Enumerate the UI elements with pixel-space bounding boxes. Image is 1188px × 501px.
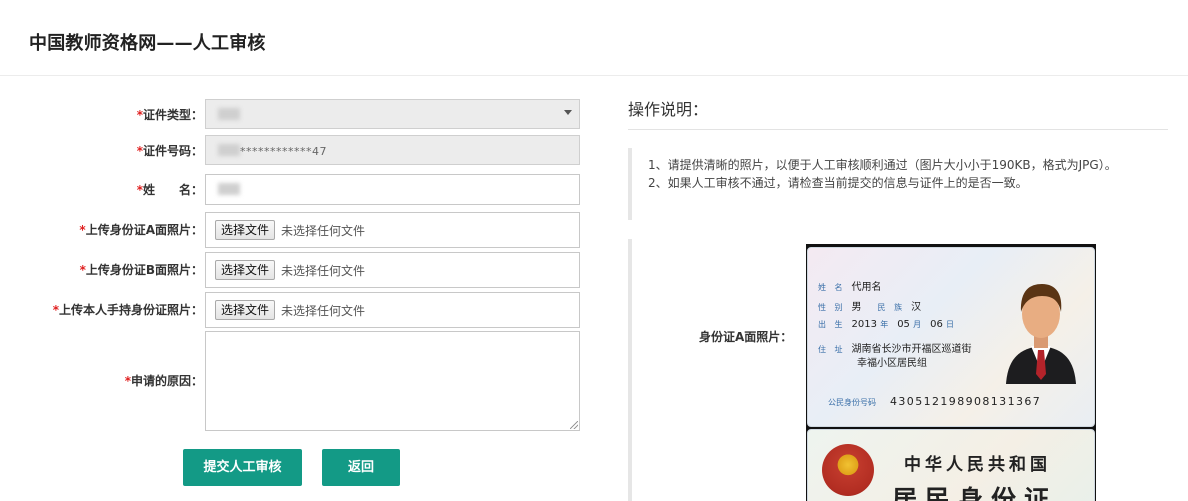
- sample-section: 身份证A面照片： 姓 名代用名 性 别男民 族汉 出 生 2013 年 05 月 06…: [628, 239, 1168, 501]
- row-cert-number: *证件号码： ************47: [0, 134, 600, 166]
- card-gender-row: 性 别男民 族汉: [818, 302, 922, 313]
- upload-a-choose-button[interactable]: 选择文件: [215, 220, 276, 240]
- page-title: 中国教师资格网——人工审核: [29, 33, 266, 54]
- reason-label: *申请的原因：: [124, 374, 203, 388]
- page-header: 中国教师资格网——人工审核: [0, 0, 1188, 76]
- sample-label: 身份证A面照片：: [699, 330, 793, 344]
- upload-hand-status: 未选择任何文件: [281, 304, 366, 318]
- cert-type-value: [218, 108, 240, 120]
- chevron-down-icon: [564, 110, 572, 115]
- name-field[interactable]: [205, 174, 580, 205]
- upload-b-label: *上传身份证B面照片：: [79, 263, 203, 277]
- card-back-subtitle: 居民身份证: [892, 485, 1058, 501]
- resize-grip-icon[interactable]: [570, 421, 578, 429]
- instructions-title: 操作说明：: [628, 96, 1168, 130]
- name-value: [218, 183, 240, 195]
- national-emblem-icon: [822, 444, 874, 496]
- row-cert-type: *证件类型：: [0, 98, 600, 130]
- person-avatar-icon: [1006, 284, 1076, 384]
- upload-hand-choose-button[interactable]: 选择文件: [215, 300, 276, 320]
- upload-b-input[interactable]: 选择文件 未选择任何文件: [205, 252, 580, 288]
- card-address-line2: 幸福小区居民组: [857, 358, 927, 369]
- name-label: *姓 名：: [136, 183, 203, 197]
- sample-id-card-front: 姓 名代用名 性 别男民 族汉 出 生 2013 年 05 月 06 日 住 址湖南省…: [807, 247, 1095, 427]
- row-name: *姓 名：: [0, 173, 600, 205]
- instruction-line-1: 1、请提供清晰的照片，以便于人工审核顺利通过（图片大小小于190KB，格式为JP…: [648, 158, 1117, 172]
- submit-review-button[interactable]: 提交人工审核: [183, 449, 302, 486]
- card-name-row: 姓 名代用名: [818, 282, 882, 293]
- upload-a-status: 未选择任何文件: [281, 224, 366, 238]
- card-birth-row: 出 生 2013 年 05 月 06 日: [818, 319, 958, 330]
- cert-type-label: *证件类型：: [136, 108, 203, 122]
- instructions-box: 1、请提供清晰的照片，以便于人工审核顺利通过（图片大小小于190KB，格式为JP…: [628, 148, 1168, 220]
- cert-number-field[interactable]: ************47: [205, 135, 580, 165]
- card-id-number-row: 公民身份号码 430512198908131367: [828, 395, 1042, 408]
- row-reason: *申请的原因：: [0, 331, 600, 431]
- row-upload-b: *上传身份证B面照片： 选择文件 未选择任何文件: [0, 252, 600, 288]
- cert-number-label: *证件号码：: [136, 144, 203, 158]
- sample-id-card-back: 中华人民共和国 居民身份证: [807, 429, 1095, 501]
- cert-number-masked-prefix: [218, 144, 240, 156]
- card-address-row: 住 址湖南省长沙市开福区巡道街: [818, 344, 972, 355]
- back-button[interactable]: 返回: [322, 449, 400, 486]
- upload-b-status: 未选择任何文件: [281, 264, 366, 278]
- row-upload-a: *上传身份证A面照片： 选择文件 未选择任何文件: [0, 212, 600, 248]
- card-back-title: 中华人民共和国: [904, 455, 1051, 475]
- upload-hand-label: *上传本人手持身份证照片：: [52, 303, 203, 317]
- instruction-line-2: 2、如果人工审核不通过，请检查当前提交的信息与证件上的是否一致。: [648, 176, 1028, 190]
- upload-b-choose-button[interactable]: 选择文件: [215, 260, 276, 280]
- cert-type-select[interactable]: [205, 99, 580, 129]
- upload-a-label: *上传身份证A面照片：: [79, 223, 203, 237]
- reason-textarea[interactable]: [205, 331, 580, 431]
- upload-a-input[interactable]: 选择文件 未选择任何文件: [205, 212, 580, 248]
- upload-hand-input[interactable]: 选择文件 未选择任何文件: [205, 292, 580, 328]
- instructions-panel: 操作说明： 1、请提供清晰的照片，以便于人工审核顺利通过（图片大小小于190KB…: [628, 96, 1168, 501]
- cert-number-value: ************47: [240, 145, 327, 158]
- row-upload-hand: *上传本人手持身份证照片： 选择文件 未选择任何文件: [0, 292, 600, 328]
